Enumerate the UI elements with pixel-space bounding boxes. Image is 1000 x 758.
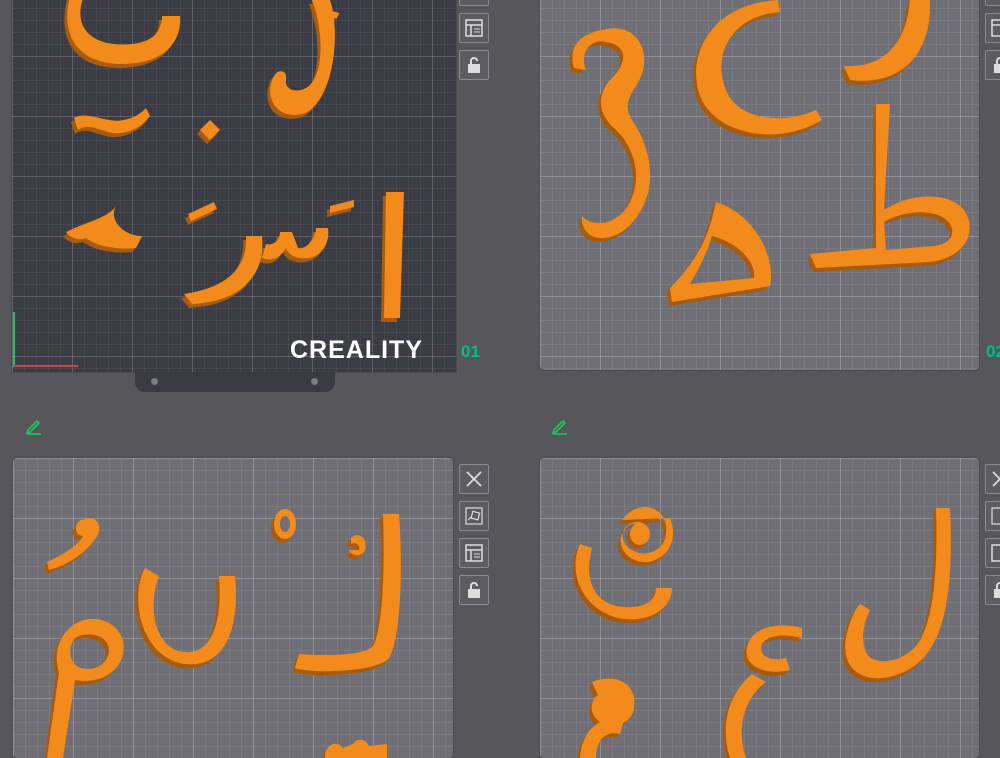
lock-button[interactable] xyxy=(985,575,1000,605)
letter-model[interactable] xyxy=(845,508,951,679)
delete-plate-button[interactable] xyxy=(459,464,489,494)
lock-icon xyxy=(468,57,480,73)
plate-settings-icon xyxy=(991,19,1000,37)
letter-model[interactable] xyxy=(200,120,220,140)
plate-3-models[interactable] xyxy=(13,458,453,758)
plate-4-models[interactable] xyxy=(540,458,979,758)
letter-model[interactable] xyxy=(844,0,931,81)
letter-model[interactable] xyxy=(580,678,635,758)
build-plate-3[interactable] xyxy=(13,458,453,758)
letter-model[interactable] xyxy=(349,535,366,556)
letter-model[interactable] xyxy=(67,0,181,64)
letter-model[interactable] xyxy=(66,206,142,249)
letter-model[interactable] xyxy=(670,202,771,302)
letter-model[interactable] xyxy=(810,104,970,268)
lock-icon xyxy=(468,582,480,598)
build-plate-1[interactable] xyxy=(12,0,456,372)
lock-button[interactable] xyxy=(985,50,1000,80)
letter-model[interactable] xyxy=(725,625,802,758)
auto-arrange-icon xyxy=(464,0,484,1)
plate-1-toolbar xyxy=(459,0,491,87)
auto-arrange-button[interactable] xyxy=(985,0,1000,6)
plate-settings-button[interactable] xyxy=(985,538,1000,568)
plate-settings-button[interactable] xyxy=(459,538,489,568)
auto-arrange-button[interactable] xyxy=(459,501,489,531)
plate-4-toolbar xyxy=(985,464,1000,612)
letter-model[interactable] xyxy=(47,518,100,570)
plate-tab xyxy=(135,372,335,392)
letter-model[interactable] xyxy=(262,228,329,260)
plate-2-toolbar xyxy=(985,0,1000,87)
brand-logo: CREALITY xyxy=(290,336,423,364)
auto-arrange-icon xyxy=(990,0,1000,1)
letter-model[interactable] xyxy=(325,739,387,758)
auto-arrange-icon xyxy=(991,507,1000,525)
letter-model[interactable] xyxy=(184,236,263,304)
letter-model[interactable] xyxy=(47,618,124,758)
letter-model[interactable] xyxy=(572,28,651,239)
close-icon xyxy=(466,471,482,487)
axis-gizmo xyxy=(12,312,78,368)
letter-model[interactable] xyxy=(384,192,404,318)
lock-icon xyxy=(994,57,1000,73)
letter-model[interactable] xyxy=(295,514,401,672)
letter-model[interactable] xyxy=(696,0,822,135)
plate-settings-icon xyxy=(991,544,1000,562)
plate-settings-icon xyxy=(465,19,483,37)
build-plate-4[interactable] xyxy=(540,458,979,758)
letter-model[interactable] xyxy=(74,108,150,134)
close-icon xyxy=(992,471,1000,487)
plate-settings-button[interactable] xyxy=(985,13,1000,43)
plate-2-label: 02 xyxy=(986,342,1000,361)
lock-icon xyxy=(994,582,1000,598)
auto-arrange-button[interactable] xyxy=(985,501,1000,531)
build-plate-2[interactable] xyxy=(540,0,979,370)
letter-model[interactable] xyxy=(138,568,236,665)
edit-plate-name-icon[interactable] xyxy=(24,416,44,436)
plate-settings-icon xyxy=(465,544,483,562)
auto-arrange-icon xyxy=(465,507,483,525)
auto-arrange-button[interactable] xyxy=(459,0,489,6)
plate-settings-button[interactable] xyxy=(459,13,489,43)
lock-button[interactable] xyxy=(459,575,489,605)
delete-plate-button[interactable] xyxy=(985,464,1000,494)
lock-button[interactable] xyxy=(459,50,489,80)
plate-3-toolbar xyxy=(459,464,491,612)
plate-2-models[interactable] xyxy=(540,0,979,370)
letter-model[interactable] xyxy=(575,507,674,620)
plate-1-label: 01 xyxy=(461,342,480,361)
edit-plate-name-icon[interactable] xyxy=(550,416,570,436)
